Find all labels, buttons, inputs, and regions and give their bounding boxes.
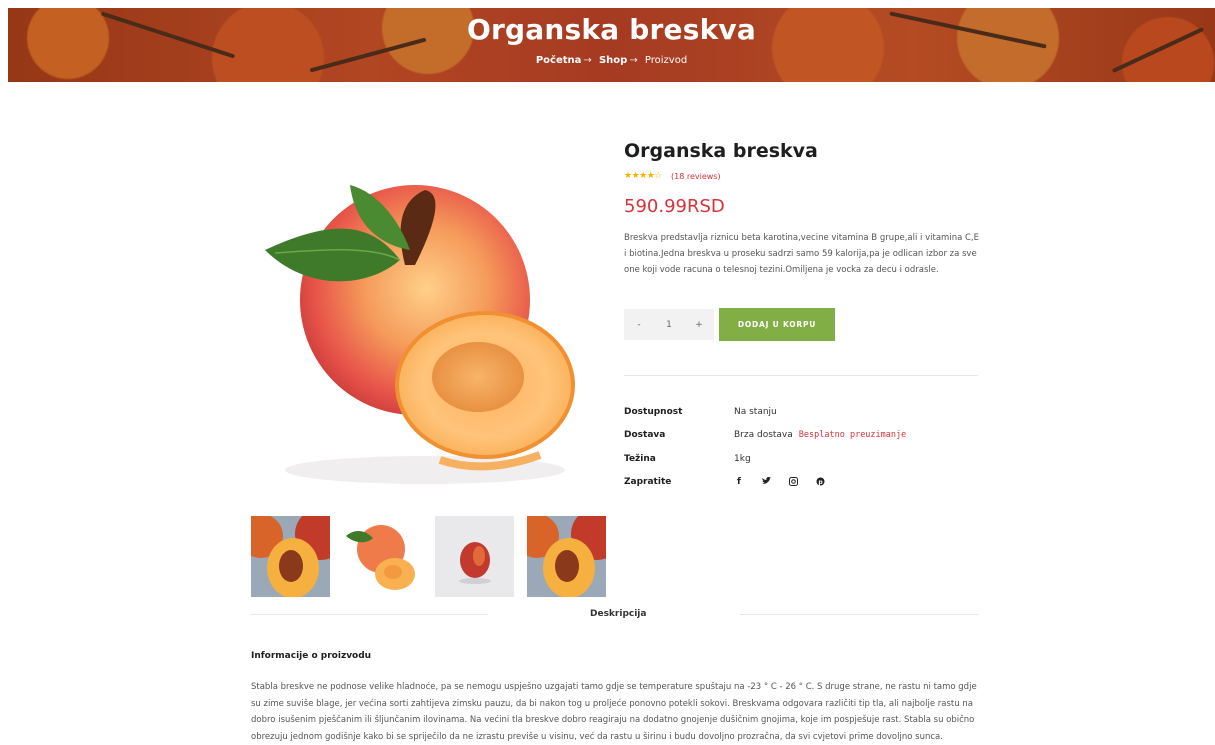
quantity-minus-button[interactable]: - — [624, 320, 654, 330]
svg-text:p: p — [818, 479, 823, 486]
shipping-value-row: Brza dostava Besplatno preuzimanje — [734, 430, 906, 440]
breadcrumb-separator: → — [629, 55, 638, 66]
divider — [624, 375, 978, 376]
info-text: Stabla breskve ne podnose velike hladnoć… — [251, 682, 977, 742]
product-thumbnail[interactable] — [343, 516, 422, 597]
weight-label: Težina — [624, 454, 656, 464]
quantity-stepper[interactable]: - 1 + — [624, 309, 714, 340]
social-links: f p — [734, 476, 825, 489]
tab-divider — [740, 614, 978, 615]
pinterest-icon[interactable]: p — [815, 477, 825, 489]
breadcrumb-current: Proizvod — [644, 55, 688, 66]
shipping-extra: Besplatno preuzimanje — [798, 430, 907, 440]
follow-label: Zapratite — [624, 477, 672, 487]
product-description: Breskva predstavlja riznicu beta karotin… — [624, 233, 980, 275]
shipping-value: Brza dostava — [734, 430, 793, 440]
twitter-icon[interactable] — [761, 476, 771, 489]
reviews-link[interactable]: (18 reviews) — [671, 172, 721, 181]
breadcrumb-shop[interactable]: Shop — [599, 55, 627, 66]
quantity-plus-button[interactable]: + — [684, 320, 714, 330]
weight-value: 1kg — [734, 454, 751, 464]
info-heading: Informacije o proizvodu — [251, 651, 372, 661]
breadcrumb: Početna → Shop → Proizvod — [8, 55, 1215, 66]
product-thumbnail[interactable] — [435, 516, 514, 597]
hero-banner: Organska breskva Početna → Shop → Proizvod — [8, 8, 1215, 82]
product-main-image[interactable] — [250, 165, 605, 500]
product-thumbnail[interactable] — [251, 516, 330, 597]
tab-description[interactable]: Deskripcija — [590, 609, 646, 619]
breadcrumb-separator: → — [583, 55, 592, 66]
product-title: Organska breskva — [624, 140, 818, 162]
rating-stars-icon: ★★★★☆ — [624, 171, 662, 181]
product-thumbnail[interactable] — [527, 516, 606, 597]
product-price: 590.99RSD — [624, 196, 725, 217]
breadcrumb-home[interactable]: Početna — [536, 55, 582, 66]
availability-label: Dostupnost — [624, 407, 683, 417]
add-to-cart-button[interactable]: DODAJ U KORPU — [719, 308, 835, 341]
quantity-input[interactable]: 1 — [654, 320, 684, 330]
shipping-label: Dostava — [624, 430, 666, 440]
instagram-icon[interactable] — [788, 477, 798, 489]
availability-value: Na stanju — [734, 407, 777, 417]
facebook-icon[interactable]: f — [734, 477, 744, 489]
page-title: Organska breskva — [467, 13, 756, 46]
tab-divider — [251, 614, 488, 615]
